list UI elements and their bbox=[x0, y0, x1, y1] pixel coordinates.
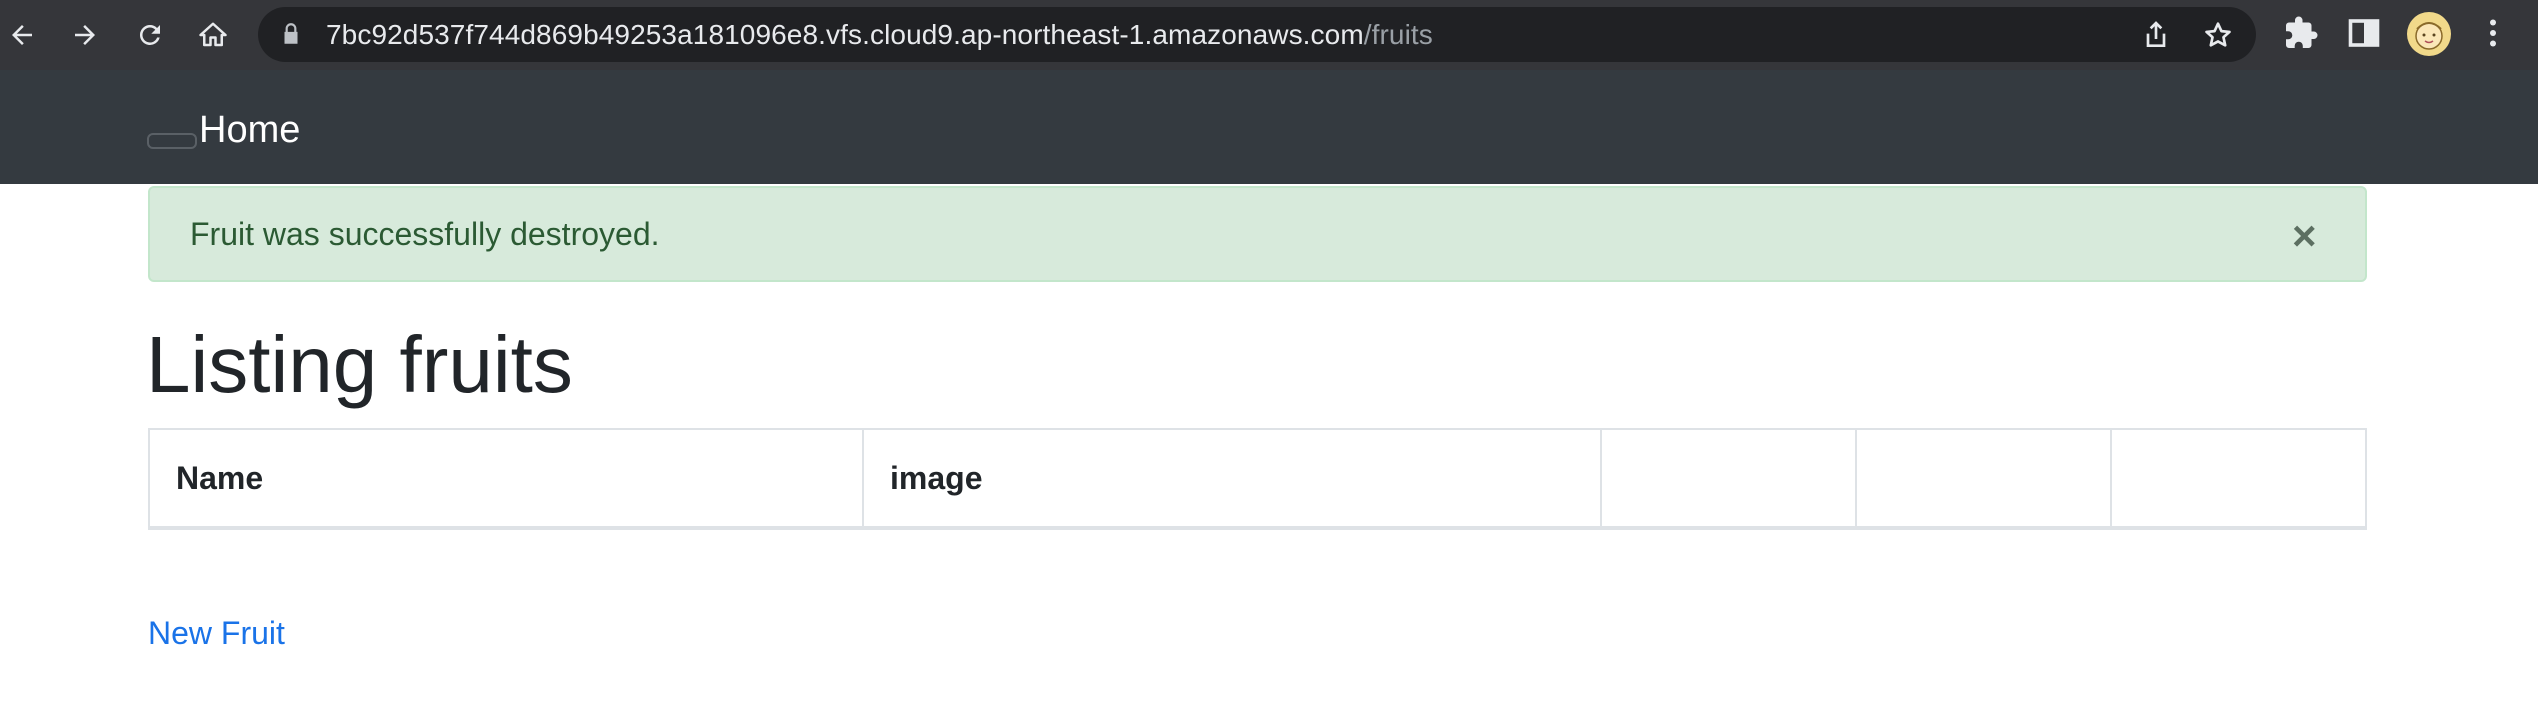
fruits-table: Name image bbox=[148, 428, 2367, 530]
success-alert: Fruit was successfully destroyed. × bbox=[148, 186, 2367, 282]
url-host: 7bc92d537f744d869b49253a181096e8.vfs.clo… bbox=[326, 19, 1364, 50]
share-icon[interactable] bbox=[2140, 19, 2172, 51]
home-icon bbox=[199, 22, 227, 47]
reload-icon bbox=[139, 24, 160, 45]
home-button[interactable] bbox=[193, 15, 233, 55]
puzzle-icon[interactable] bbox=[2283, 15, 2319, 51]
close-icon[interactable]: × bbox=[2292, 215, 2317, 257]
table-header-row: Name image bbox=[148, 428, 2367, 530]
back-button[interactable] bbox=[2, 15, 42, 55]
browser-toolbar: 7bc92d537f744d869b49253a181096e8.vfs.clo… bbox=[0, 0, 2538, 70]
alert-message: Fruit was successfully destroyed. bbox=[190, 216, 660, 252]
column-header-edit bbox=[1855, 428, 2112, 530]
column-header-destroy bbox=[2110, 428, 2367, 530]
app-navbar: Home bbox=[0, 70, 2538, 184]
page-title: Listing fruits bbox=[146, 320, 573, 409]
back-arrow-icon bbox=[12, 25, 32, 45]
lock-icon bbox=[284, 23, 298, 44]
forward-arrow-icon bbox=[75, 25, 95, 45]
url-text[interactable]: 7bc92d537f744d869b49253a181096e8.vfs.clo… bbox=[326, 7, 1433, 62]
column-header-name: Name bbox=[148, 428, 864, 530]
new-fruit-link[interactable]: New Fruit bbox=[148, 614, 285, 652]
forward-button[interactable] bbox=[65, 15, 105, 55]
side-panel-icon[interactable] bbox=[2346, 15, 2382, 51]
url-path: /fruits bbox=[1363, 19, 1433, 50]
home-link[interactable]: Home bbox=[199, 108, 300, 152]
profile-face-icon bbox=[2415, 22, 2443, 50]
avatar[interactable] bbox=[2407, 12, 2451, 56]
column-header-image: image bbox=[862, 428, 1602, 530]
reload-button[interactable] bbox=[130, 15, 170, 55]
address-bar[interactable]: 7bc92d537f744d869b49253a181096e8.vfs.clo… bbox=[258, 7, 2256, 62]
kebab-menu-icon[interactable] bbox=[2475, 15, 2511, 51]
star-icon[interactable] bbox=[2202, 19, 2234, 51]
column-header-show bbox=[1600, 428, 1857, 530]
navbar-toggler-button[interactable] bbox=[147, 133, 197, 149]
